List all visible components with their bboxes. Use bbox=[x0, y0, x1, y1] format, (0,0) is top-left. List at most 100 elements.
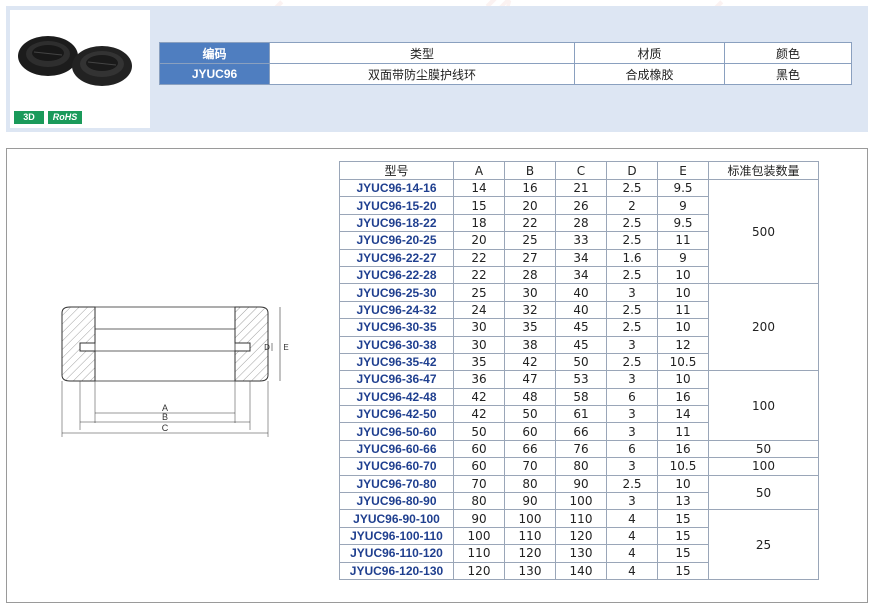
cell-d: 2.5 bbox=[606, 474, 658, 494]
cell-b: 80 bbox=[504, 474, 556, 494]
size-table: 型号 A B C D E 标准包装数量 JYUC96-14-16 14 16 21 2.… bbox=[339, 161, 819, 580]
spec-value-material: 合成橡胶 bbox=[574, 63, 725, 85]
cell-a: 42 bbox=[453, 405, 505, 424]
dim-label-c: C bbox=[162, 423, 169, 433]
cell-b: 130 bbox=[504, 561, 556, 580]
cell-e: 9.5 bbox=[657, 178, 709, 198]
cell-a: 110 bbox=[453, 544, 505, 563]
table-row: JYUC96-14-16 14 16 21 2.5 9.5 500 bbox=[339, 178, 819, 285]
cell-d: 3 bbox=[606, 492, 658, 511]
cell-d: 3 bbox=[606, 405, 658, 424]
spec-header-type: 类型 bbox=[269, 42, 575, 64]
cell-a: 14 bbox=[453, 178, 505, 198]
cell-model: JYUC96-120-130 bbox=[339, 561, 454, 580]
cell-model: JYUC96-60-70 bbox=[339, 457, 454, 476]
header-c: C bbox=[555, 161, 607, 180]
dim-label-e: E bbox=[283, 343, 288, 352]
cell-model: JYUC96-22-28 bbox=[339, 265, 454, 285]
cell-a: 36 bbox=[453, 370, 505, 389]
cell-a: 18 bbox=[453, 213, 505, 233]
cross-section-drawing: A B C D E bbox=[61, 306, 289, 437]
cell-model: JYUC96-80-90 bbox=[339, 492, 454, 511]
cell-e: 10.5 bbox=[657, 352, 709, 372]
cell-a: 30 bbox=[453, 318, 505, 337]
cell-c: 58 bbox=[555, 387, 607, 407]
cell-c: 53 bbox=[555, 370, 607, 389]
cell-model: JYUC96-70-80 bbox=[339, 474, 454, 494]
header-qty: 标准包装数量 bbox=[708, 161, 819, 180]
cell-a: 20 bbox=[453, 231, 505, 250]
spec-value-color: 黑色 bbox=[724, 63, 852, 85]
cell-e: 11 bbox=[657, 422, 709, 441]
cell-a: 25 bbox=[453, 283, 505, 302]
cell-d: 2.5 bbox=[606, 231, 658, 250]
cell-c: 26 bbox=[555, 196, 607, 215]
cell-model: JYUC96-50-60 bbox=[339, 422, 454, 441]
cell-model: JYUC96-90-100 bbox=[339, 509, 454, 528]
cell-b: 32 bbox=[504, 300, 556, 320]
header-e: E bbox=[657, 161, 709, 180]
cell-a: 70 bbox=[453, 474, 505, 494]
cell-b: 42 bbox=[504, 352, 556, 372]
table-row: JYUC96-90-100 90 100 110 4 15 25 bbox=[339, 509, 819, 580]
cell-e: 13 bbox=[657, 492, 709, 511]
size-table-header: 型号 A B C D E 标准包装数量 bbox=[339, 161, 819, 180]
cell-qty: 50 bbox=[708, 474, 819, 511]
cell-d: 1.6 bbox=[606, 248, 658, 267]
cell-model: JYUC96-15-20 bbox=[339, 196, 454, 215]
cell-a: 24 bbox=[453, 300, 505, 320]
cell-model: JYUC96-30-38 bbox=[339, 335, 454, 354]
cell-model: JYUC96-110-120 bbox=[339, 544, 454, 563]
cell-b: 66 bbox=[504, 439, 556, 459]
header-b: B bbox=[504, 161, 556, 180]
cell-c: 34 bbox=[555, 265, 607, 285]
dim-label-d: D bbox=[264, 343, 270, 352]
cell-d: 2.5 bbox=[606, 300, 658, 320]
cell-d: 2 bbox=[606, 196, 658, 215]
cell-d: 6 bbox=[606, 387, 658, 407]
spec-header-color: 颜色 bbox=[724, 42, 852, 64]
rohs-badge: RoHS bbox=[48, 111, 82, 124]
table-row: JYUC96-60-66 60 66 76 6 16 50 bbox=[339, 439, 819, 459]
table-row: JYUC96-25-30 25 30 40 3 10 200 bbox=[339, 283, 819, 372]
cell-c: 21 bbox=[555, 178, 607, 198]
cell-c: 100 bbox=[555, 492, 607, 511]
cell-e: 10 bbox=[657, 265, 709, 285]
cell-model: JYUC96-30-35 bbox=[339, 318, 454, 337]
cell-c: 40 bbox=[555, 283, 607, 302]
cell-c: 140 bbox=[555, 561, 607, 580]
cell-d: 2.5 bbox=[606, 352, 658, 372]
cell-b: 25 bbox=[504, 231, 556, 250]
cell-a: 35 bbox=[453, 352, 505, 372]
cell-d: 3 bbox=[606, 370, 658, 389]
cell-b: 16 bbox=[504, 178, 556, 198]
header-model: 型号 bbox=[339, 161, 454, 180]
cell-c: 45 bbox=[555, 335, 607, 354]
cell-c: 66 bbox=[555, 422, 607, 441]
cell-qty: 200 bbox=[708, 283, 819, 372]
cell-qty: 50 bbox=[708, 439, 819, 459]
cell-b: 110 bbox=[504, 526, 556, 546]
cell-d: 4 bbox=[606, 561, 658, 580]
cell-c: 28 bbox=[555, 213, 607, 233]
cell-e: 15 bbox=[657, 561, 709, 580]
cell-e: 10 bbox=[657, 318, 709, 337]
cell-c: 45 bbox=[555, 318, 607, 337]
cell-model: JYUC96-35-42 bbox=[339, 352, 454, 372]
cell-e: 11 bbox=[657, 231, 709, 250]
cell-d: 2.5 bbox=[606, 178, 658, 198]
cell-e: 10 bbox=[657, 283, 709, 302]
cell-qty: 100 bbox=[708, 457, 819, 476]
cell-d: 2.5 bbox=[606, 318, 658, 337]
cell-c: 33 bbox=[555, 231, 607, 250]
cell-d: 4 bbox=[606, 526, 658, 546]
cell-a: 100 bbox=[453, 526, 505, 546]
cell-a: 90 bbox=[453, 509, 505, 528]
cell-model: JYUC96-20-25 bbox=[339, 231, 454, 250]
3d-badge: 3D bbox=[14, 111, 44, 124]
cell-model: JYUC96-24-32 bbox=[339, 300, 454, 320]
cell-b: 70 bbox=[504, 457, 556, 476]
cell-e: 15 bbox=[657, 509, 709, 528]
cell-c: 90 bbox=[555, 474, 607, 494]
cell-d: 2.5 bbox=[606, 265, 658, 285]
